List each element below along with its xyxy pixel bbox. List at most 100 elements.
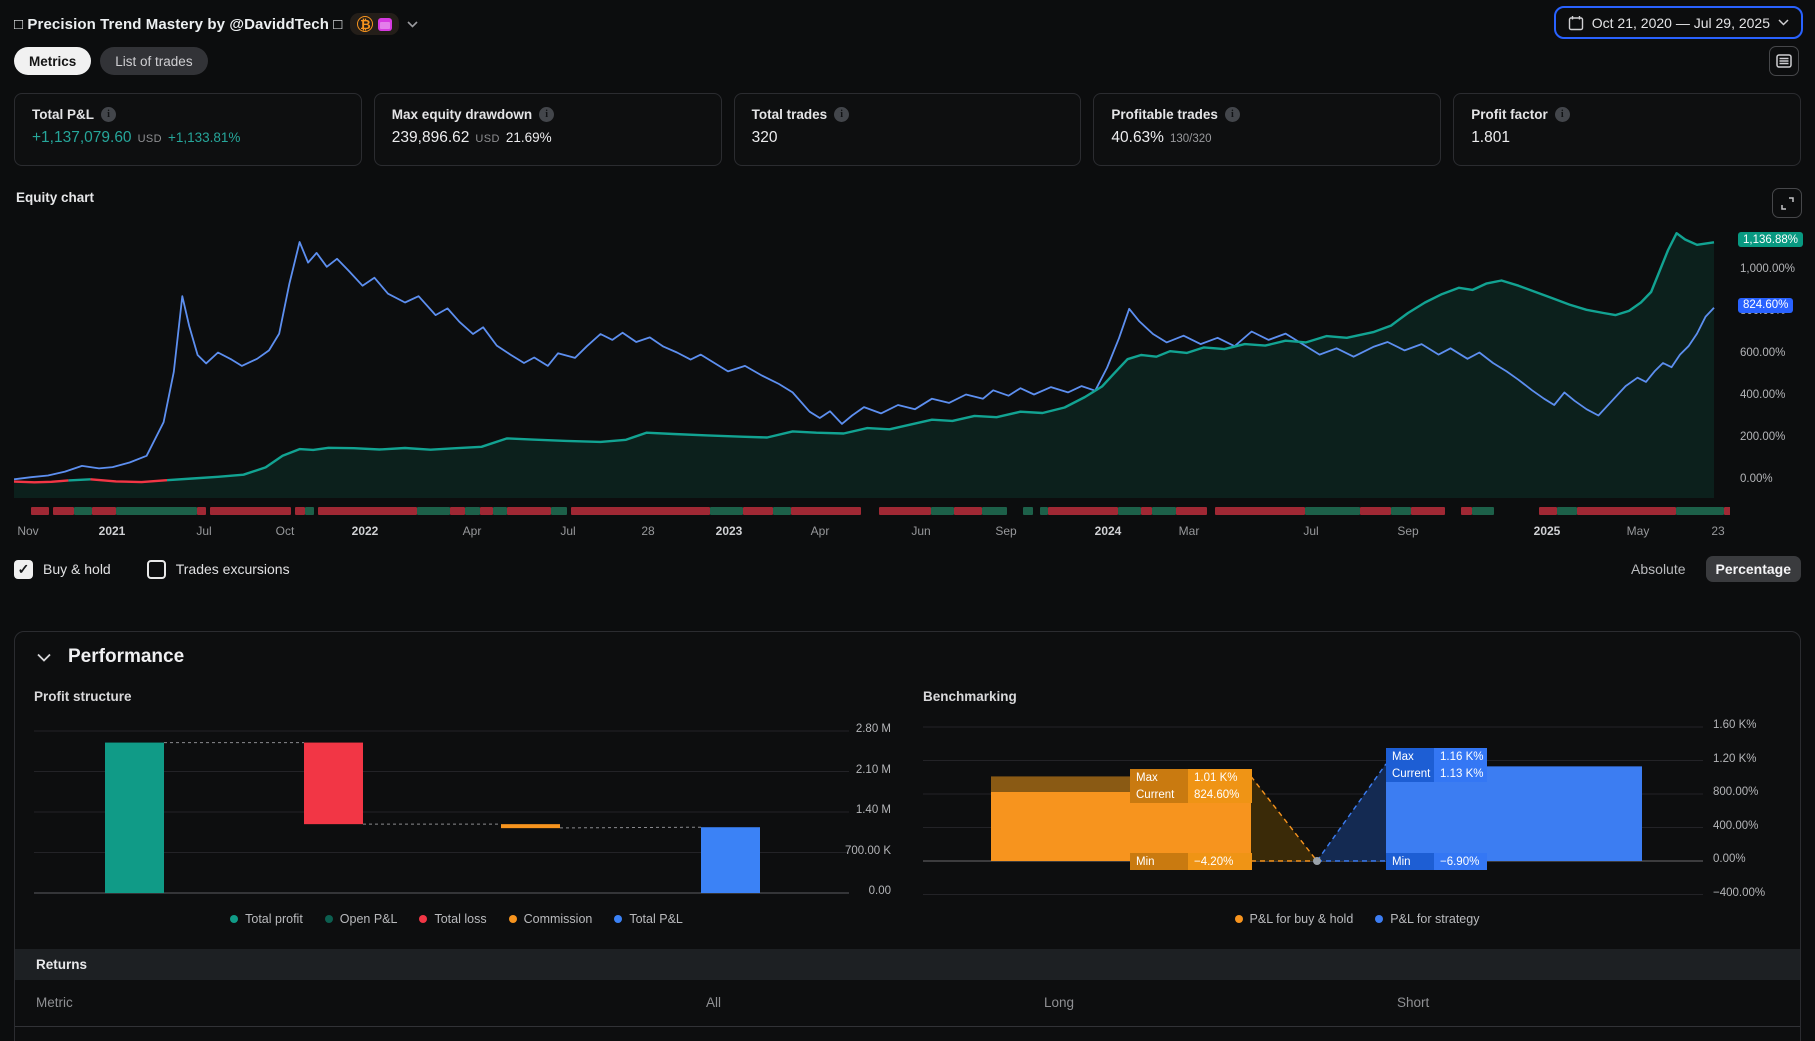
legend-dot: [508, 915, 517, 923]
legend-item[interactable]: P&L for strategy: [1375, 912, 1479, 926]
percentage-button[interactable]: Percentage: [1705, 556, 1801, 582]
symbol-badge[interactable]: ₿: [350, 13, 400, 35]
trade-marker: [743, 507, 773, 515]
trade-marker: [1539, 507, 1557, 515]
benchmarking-chart[interactable]: Max 1.01 K% Current 824.60% Min −4.20% M…: [923, 716, 1791, 908]
profit-structure-chart[interactable]: [34, 721, 849, 906]
performance-title: Performance: [68, 646, 185, 667]
x-tick-label: Mar: [1178, 524, 1200, 538]
profit-structure-y-axis: 2.80 M 2.10 M 1.40 M 700.00 K 0.00: [821, 721, 891, 906]
chevron-down-icon: [1778, 19, 1789, 26]
card-label: Profitable trades: [1111, 107, 1218, 122]
min-label: Min: [1386, 853, 1434, 870]
trade-marker: [480, 507, 493, 515]
info-icon[interactable]: i: [1554, 107, 1570, 122]
y-tick-label: 0.00%: [1740, 473, 1773, 485]
trade-marker: [92, 507, 116, 515]
x-tick-label: 2024: [1094, 524, 1122, 538]
list-icon: [1776, 54, 1792, 68]
info-icon[interactable]: i: [1224, 107, 1240, 122]
trade-marker: [571, 507, 710, 515]
trade-marker: [1176, 507, 1207, 515]
trade-marker: [1152, 507, 1176, 515]
absolute-button[interactable]: Absolute: [1621, 556, 1695, 582]
x-tick-label: Jul: [1303, 524, 1319, 538]
chevron-down-icon: [37, 653, 51, 662]
tab-metrics[interactable]: Metrics: [14, 47, 92, 75]
performance-panel: Performance Profit structure Benchmarkin…: [14, 631, 1801, 1041]
legend-item[interactable]: Total loss: [419, 912, 487, 926]
legend-item[interactable]: Total profit: [230, 912, 303, 926]
y-tick-label: 1.60 K%: [1713, 719, 1757, 731]
trade-marker: [1048, 507, 1118, 515]
trade-marker: [1391, 507, 1411, 515]
x-tick-label: 28: [641, 524, 655, 538]
y-tick-label: 400.00%: [1740, 389, 1786, 401]
x-tick-label: Jun: [911, 524, 931, 538]
returns-section-header: Returns: [15, 949, 1800, 980]
trade-marker: [1023, 507, 1033, 515]
date-range-label: Oct 21, 2020 — Jul 29, 2025: [1591, 14, 1770, 31]
info-icon[interactable]: i: [834, 107, 850, 122]
bitcoin-icon: ₿: [357, 16, 374, 32]
buyhold-max-value: 1.01 K%: [1188, 769, 1252, 786]
trade-marker: [465, 507, 480, 515]
legend-item[interactable]: P&L for buy & hold: [1234, 912, 1354, 926]
trade-marker: [74, 507, 92, 515]
profit-structure-title: Profit structure: [34, 689, 132, 704]
card-profitable-trades: Profitable trades i 40.63% 130/320: [1093, 93, 1442, 166]
x-tick-label: Jul: [560, 524, 576, 538]
card-label: Total trades: [751, 107, 828, 122]
trade-marker: [1040, 507, 1048, 515]
legend-label: Total P&L: [629, 912, 683, 926]
info-icon[interactable]: i: [101, 107, 116, 122]
strip-gap: [861, 507, 879, 515]
trade-marker: [1411, 507, 1445, 515]
strip-gap: [1445, 507, 1461, 515]
legend-item[interactable]: Open P&L: [324, 912, 397, 926]
strip-gap: [1207, 507, 1215, 515]
y-tick-label: 0.00: [868, 885, 891, 897]
buyhold-max-current-box: Max 1.01 K% Current 824.60%: [1130, 769, 1252, 803]
info-icon[interactable]: i: [539, 107, 555, 122]
max-label: Max: [1130, 769, 1188, 786]
returns-title: Returns: [36, 957, 88, 972]
legend-item[interactable]: Total P&L: [614, 912, 683, 926]
trade-marker: [954, 507, 982, 515]
legend-label: P&L for buy & hold: [1249, 912, 1354, 926]
strategy-header: □ Precision Trend Mastery by @DaviddTech…: [14, 8, 419, 40]
trade-marker: [450, 507, 465, 515]
legend-item[interactable]: Commission: [508, 912, 592, 926]
benchmarking-title: Benchmarking: [923, 689, 1017, 704]
y-tick-label: −400.00%: [1713, 886, 1766, 899]
trade-direction-strip: [14, 507, 1730, 515]
trade-marker: [197, 507, 206, 515]
trade-marker: [295, 507, 305, 515]
buy-hold-label: Buy & hold: [43, 561, 111, 577]
card-value: 40.63%: [1111, 129, 1164, 146]
equity-x-axis: Nov 2021 Jul Oct 2022 Apr Jul 28 2023 Apr Jun Sep 20…: [14, 524, 1730, 542]
trades-excursions-label: Trades excursions: [175, 561, 290, 577]
strategy-min-value: −6.90%: [1434, 853, 1487, 870]
x-tick-label: 2025: [1533, 524, 1561, 538]
card-secondary: 130/320: [1169, 133, 1212, 145]
strip-gap: [1007, 507, 1023, 515]
trade-marker: [1360, 507, 1391, 515]
trades-excursions-checkbox[interactable]: Trades excursions: [146, 559, 290, 579]
buy-hold-checkbox[interactable]: ✓ Buy & hold: [14, 559, 111, 579]
chevron-down-icon[interactable]: [407, 20, 419, 28]
date-range-button[interactable]: Oct 21, 2020 — Jul 29, 2025: [1553, 6, 1803, 39]
performance-header[interactable]: Performance: [37, 646, 184, 668]
equity-chart[interactable]: [13, 202, 1730, 504]
card-label: Max equity drawdown: [391, 107, 533, 122]
strip-gap: [14, 507, 31, 515]
min-label: Min: [1130, 853, 1188, 870]
x-tick-label: May: [1626, 524, 1650, 538]
card-label: Total P&L: [32, 107, 94, 122]
card-value: 320: [751, 129, 778, 146]
benchmarking-legend: P&L for buy & hold P&L for strategy: [923, 912, 1791, 926]
checkbox-checked-icon: ✓: [14, 559, 33, 579]
report-layout-button[interactable]: [1769, 46, 1799, 76]
card-value: 1.801: [1471, 129, 1510, 146]
tab-list-of-trades[interactable]: List of trades: [100, 47, 208, 75]
